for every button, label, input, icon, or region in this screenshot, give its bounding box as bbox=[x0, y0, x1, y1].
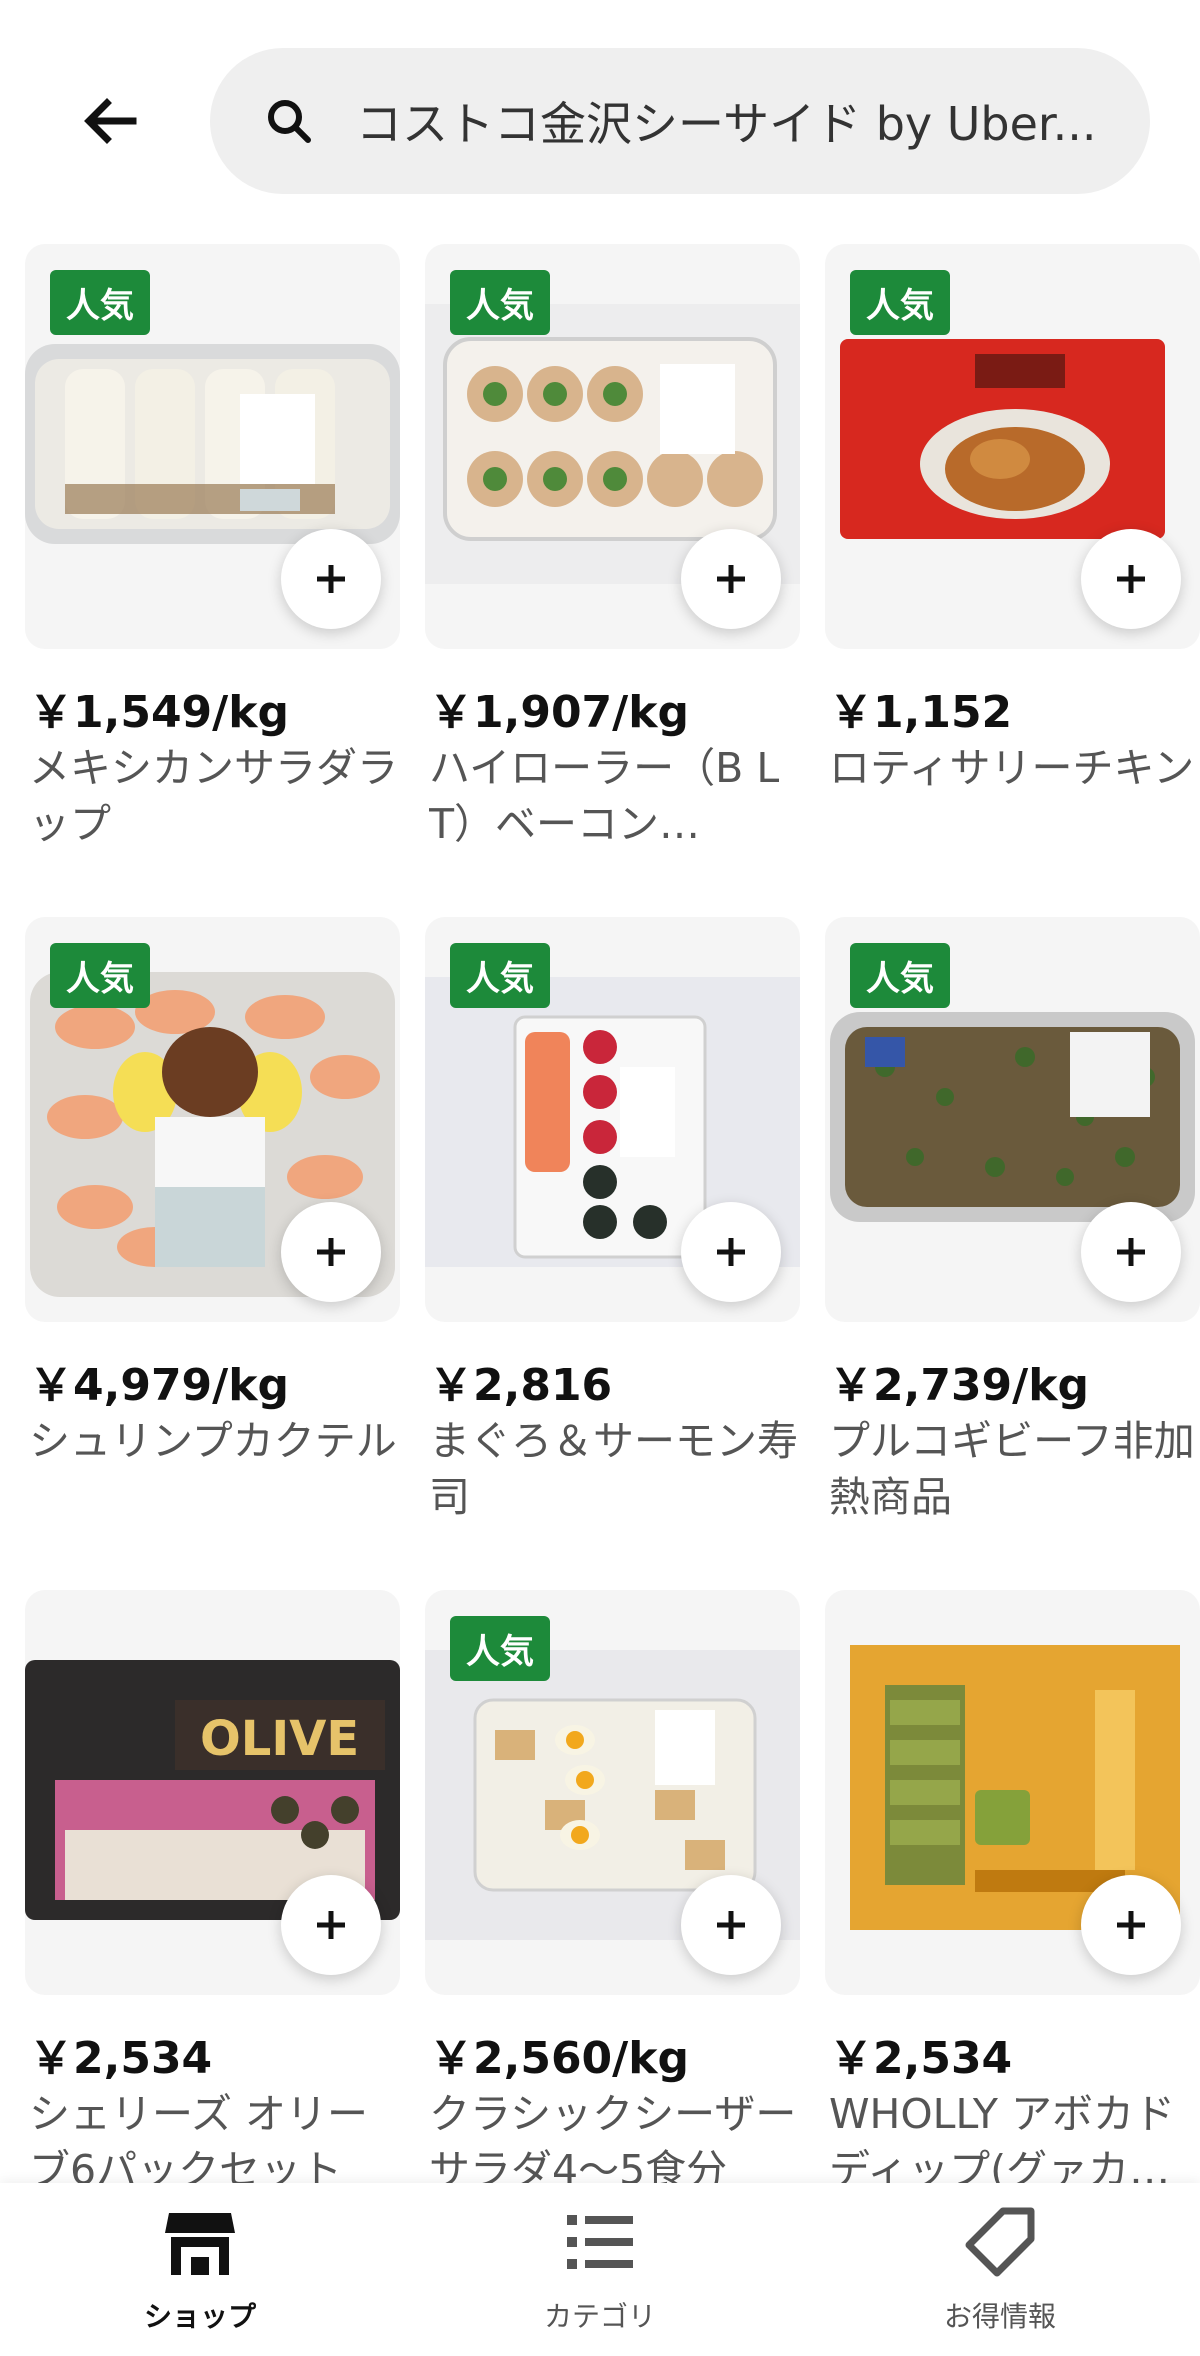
plus-icon bbox=[717, 1911, 745, 1939]
product-price: ￥2,534 bbox=[29, 2033, 213, 2084]
product-price: ￥2,739/kg bbox=[829, 1360, 1090, 1411]
nav-deals[interactable]: お得情報 bbox=[880, 2203, 1120, 2343]
add-to-cart-button[interactable] bbox=[281, 529, 381, 629]
nav-shop[interactable]: ショップ bbox=[80, 2203, 320, 2343]
plus-icon bbox=[717, 1238, 745, 1266]
nav-deals-label: お得情報 bbox=[943, 2300, 1056, 2333]
bottom-navigation: ショップ カテゴリ お得情報 bbox=[0, 2183, 1200, 2356]
product-name[interactable]: プルコギビーフ非加熱商品 bbox=[829, 1413, 1200, 1525]
plus-icon bbox=[1117, 565, 1145, 593]
popular-badge: 人気 bbox=[850, 270, 950, 335]
plus-icon bbox=[1117, 1238, 1145, 1266]
product-price: ￥1,907/kg bbox=[429, 687, 690, 738]
add-to-cart-button[interactable] bbox=[1081, 529, 1181, 629]
store-icon bbox=[161, 2203, 239, 2281]
product-name[interactable]: WHOLLY アボカドディップ(グァカ… bbox=[829, 2086, 1200, 2198]
svg-text:OLIVE: OLIVE bbox=[200, 1711, 359, 1767]
product-name[interactable]: シュリンプカクテル bbox=[29, 1413, 404, 1469]
list-icon bbox=[561, 2203, 639, 2281]
header: コストコ金沢シーサイド by Uber... bbox=[0, 0, 1200, 230]
plus-icon bbox=[1117, 1911, 1145, 1939]
nav-shop-label: ショップ bbox=[143, 2300, 256, 2333]
product-name[interactable]: ハイローラー（B L T）ベーコン… bbox=[429, 740, 804, 852]
add-to-cart-button[interactable] bbox=[1081, 1202, 1181, 1302]
product-price: ￥1,549/kg bbox=[29, 687, 290, 738]
popular-badge: 人気 bbox=[450, 1616, 550, 1681]
search-icon bbox=[258, 90, 320, 152]
product-price: ￥2,560/kg bbox=[429, 2033, 690, 2084]
arrow-left-icon bbox=[84, 98, 137, 144]
product-name[interactable]: シェリーズ オリーブ6パックセット bbox=[29, 2086, 404, 2198]
product-price: ￥2,816 bbox=[429, 1360, 613, 1411]
product-price: ￥4,979/kg bbox=[29, 1360, 290, 1411]
back-button[interactable] bbox=[70, 80, 152, 162]
add-to-cart-button[interactable] bbox=[681, 1875, 781, 1975]
nav-category[interactable]: カテゴリ bbox=[480, 2203, 720, 2343]
popular-badge: 人気 bbox=[850, 943, 950, 1008]
nav-category-label: カテゴリ bbox=[543, 2300, 656, 2333]
add-to-cart-button[interactable] bbox=[681, 529, 781, 629]
plus-icon bbox=[317, 1238, 345, 1266]
add-to-cart-button[interactable] bbox=[681, 1202, 781, 1302]
product-name[interactable]: クラシックシーザーサラダ4～5食分 bbox=[429, 2086, 804, 2198]
add-to-cart-button[interactable] bbox=[281, 1202, 381, 1302]
tag-icon bbox=[961, 2203, 1039, 2281]
search-bar[interactable]: コストコ金沢シーサイド by Uber... bbox=[210, 48, 1150, 194]
product-price: ￥2,534 bbox=[829, 2033, 1013, 2084]
popular-badge: 人気 bbox=[450, 270, 550, 335]
search-text: コストコ金沢シーサイド by Uber... bbox=[356, 97, 1097, 151]
add-to-cart-button[interactable] bbox=[1081, 1875, 1181, 1975]
popular-badge: 人気 bbox=[450, 943, 550, 1008]
plus-icon bbox=[317, 565, 345, 593]
add-to-cart-button[interactable] bbox=[281, 1875, 381, 1975]
product-name[interactable]: メキシカンサラダラップ bbox=[29, 740, 404, 852]
product-name[interactable]: ロティサリーチキン bbox=[829, 740, 1200, 796]
popular-badge: 人気 bbox=[50, 270, 150, 335]
plus-icon bbox=[717, 565, 745, 593]
product-price: ￥1,152 bbox=[829, 687, 1013, 738]
popular-badge: 人気 bbox=[50, 943, 150, 1008]
plus-icon bbox=[317, 1911, 345, 1939]
product-name[interactable]: まぐろ＆サーモン寿司 bbox=[429, 1413, 804, 1525]
